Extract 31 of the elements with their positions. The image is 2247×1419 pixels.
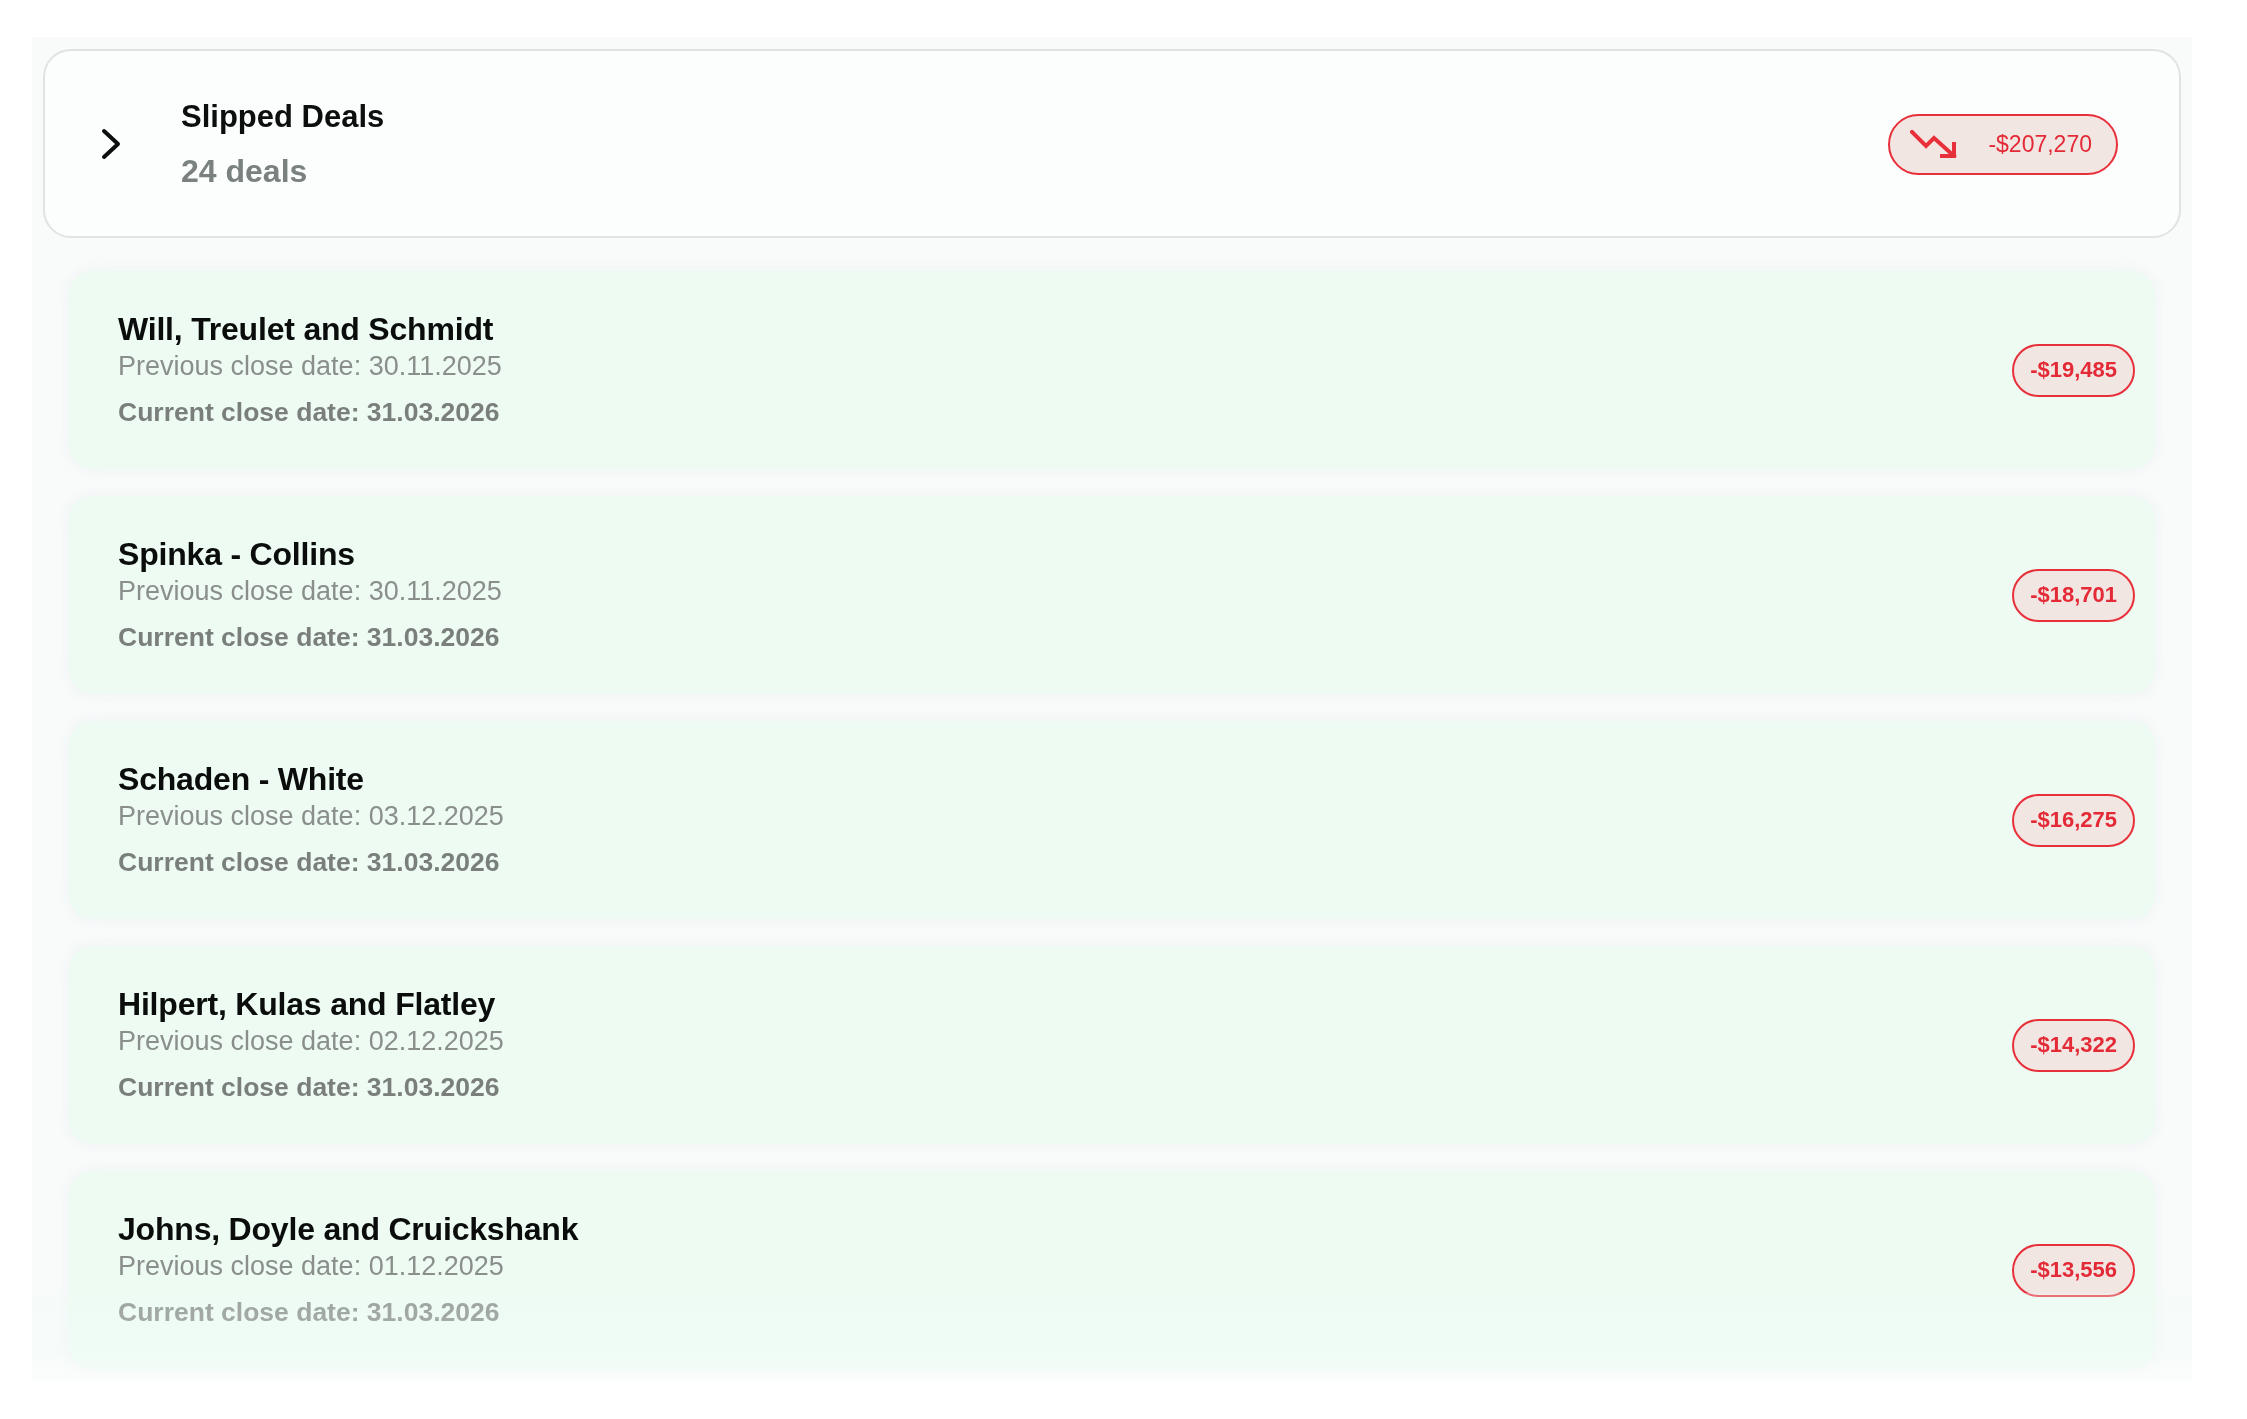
group-header[interactable]: Slipped Deals 24 deals -$207,270 [43, 49, 2181, 238]
deal-card[interactable]: Spinka - Collins Previous close date: 30.11.2025 Current close date: 31.03.2026 -$18,701 [69, 496, 2155, 694]
current-close-date: Current close date: 31.03.2026 [118, 396, 501, 429]
deal-card[interactable]: Will, Treulet and Schmidt Previous close date: 30.11.2025 Current close date: 31.03.2026 -$19,485 [69, 271, 2155, 469]
deal-name: Hilpert, Kulas and Flatley [118, 985, 497, 1023]
amount-badge: -$13,556 [2012, 1243, 2135, 1297]
total-amount: -$207,270 [1988, 130, 2092, 158]
deal-name: Johns, Doyle and Cruickshank [118, 1210, 580, 1248]
current-close-date: Current close date: 31.03.2026 [118, 621, 501, 654]
amount-badge: -$16,275 [2012, 793, 2135, 847]
deal-card[interactable]: Johns, Doyle and Cruickshank Previous close date: 01.12.2025 Current close date: 31.03.2026 -$13,556 [69, 1171, 2155, 1369]
group-title: Slipped Deals [181, 98, 386, 136]
deal-card[interactable]: Schaden - White Previous close date: 03.12.2025 Current close date: 31.03.2026 -$16,275 [69, 721, 2155, 919]
previous-close-date: Previous close date: 30.11.2025 [118, 350, 503, 383]
deal-count: 24 deals [181, 152, 309, 190]
deal-name: Spinka - Collins [118, 535, 356, 573]
previous-close-date: Previous close date: 02.12.2025 [118, 1025, 505, 1058]
deal-card[interactable]: Hilpert, Kulas and Flatley Previous close date: 02.12.2025 Current close date: 31.03.2026 -$14,322 [69, 946, 2155, 1144]
previous-close-date: Previous close date: 01.12.2025 [118, 1250, 505, 1283]
amount-badge: -$18,701 [2012, 568, 2135, 622]
amount-badge: -$19,485 [2012, 343, 2135, 397]
current-close-date: Current close date: 31.03.2026 [118, 1296, 501, 1329]
deal-name: Will, Treulet and Schmidt [118, 310, 495, 348]
trending-down-icon [1910, 130, 1959, 158]
deal-name: Schaden - White [118, 760, 365, 798]
amount-badge: -$14,322 [2012, 1018, 2135, 1072]
current-close-date: Current close date: 31.03.2026 [118, 1071, 501, 1104]
current-close-date: Current close date: 31.03.2026 [118, 846, 501, 879]
previous-close-date: Previous close date: 30.11.2025 [118, 575, 503, 608]
previous-close-date: Previous close date: 03.12.2025 [118, 800, 505, 833]
chevron-icon[interactable] [101, 128, 121, 160]
